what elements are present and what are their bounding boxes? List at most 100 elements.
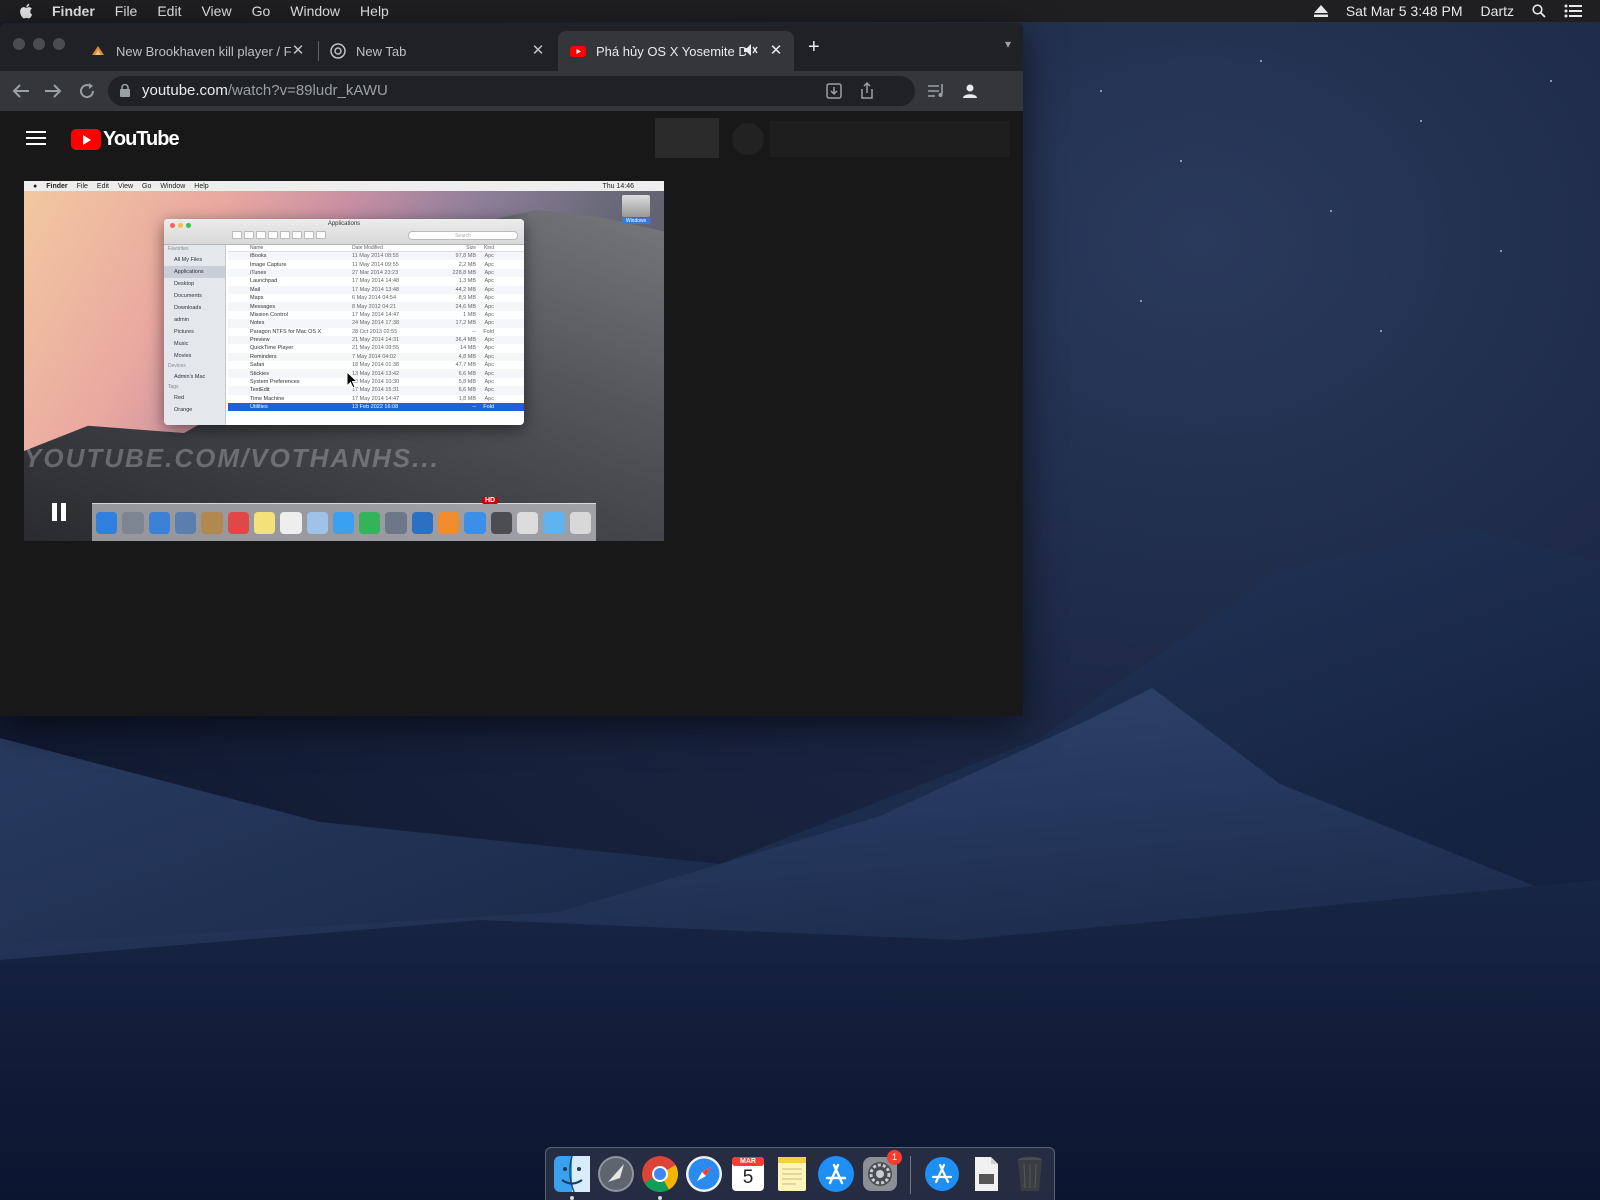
finder-cell-kind: Apc <box>484 362 494 369</box>
finder-cell-size: 17,2 MB <box>455 320 476 327</box>
finder-icon[interactable] <box>552 1154 592 1200</box>
address-bar[interactable]: youtube.com/watch?v=89ludr_kAWU <box>108 76 915 106</box>
finder-file-row: Time Machine 17 May 2014 14:47 1,8 MB Apc <box>228 395 524 403</box>
finder-cell-size: 44,2 MB <box>455 286 476 293</box>
video-pause-icon[interactable] <box>52 503 66 521</box>
tab-search-chevron-icon[interactable]: ▾ <box>1005 37 1011 51</box>
share-icon[interactable] <box>859 82 875 100</box>
star <box>1500 250 1502 252</box>
finder-file-row: Utilities 13 Feb 2022 16:08 -- Fold <box>228 403 524 412</box>
url-host: youtube.com <box>142 82 228 99</box>
finder-sidebar-item: Downloads <box>174 305 202 311</box>
finder-cell-name: Image Capture <box>250 261 287 268</box>
close-window-button[interactable] <box>13 38 25 50</box>
app-store-icon[interactable] <box>816 1154 856 1194</box>
apple-icon[interactable] <box>18 2 36 20</box>
forward-icon[interactable] <box>44 83 62 99</box>
video-cursor-icon <box>346 371 358 389</box>
lock-icon[interactable] <box>120 84 130 97</box>
hd-badge: HD <box>482 497 499 504</box>
trash-icon[interactable] <box>1010 1154 1050 1194</box>
finder-sidebar-item: Red <box>174 395 185 401</box>
menubar-user[interactable]: Dartz <box>1481 3 1514 19</box>
finder-cell-kind: Apc <box>484 370 494 377</box>
hamburger-menu-icon[interactable] <box>26 131 46 145</box>
finder-cell-name: TextEdit <box>250 387 270 394</box>
menu-window[interactable]: Window <box>290 3 340 19</box>
browser-toolbar: youtube.com/watch?v=89ludr_kAWU <box>0 71 1023 111</box>
video-dock-app-icon <box>306 511 328 534</box>
close-tab-icon[interactable]: ✕ <box>768 43 784 59</box>
video-player[interactable]: ● Finder File Edit View Go Window Help Thu 14:46… <box>24 181 664 541</box>
video-inner-dock <box>92 503 596 541</box>
chrome-icon[interactable] <box>640 1154 680 1200</box>
notification-center-icon[interactable] <box>1564 4 1582 18</box>
youtube-logo[interactable]: YouTube <box>71 128 180 151</box>
finder-cell-name: System Preferences <box>250 379 300 386</box>
menu-go[interactable]: Go <box>252 3 271 19</box>
menu-view[interactable]: View <box>201 3 231 19</box>
calendar-icon[interactable]: MAR 5 <box>728 1154 768 1194</box>
video-dock-app-icon <box>332 511 355 534</box>
finder-cell-name: Reminders <box>250 353 277 360</box>
safari-icon[interactable] <box>684 1154 724 1194</box>
finder-cell-size: 47,7 MB <box>455 362 476 369</box>
finder-cell-kind: Apc <box>484 379 494 386</box>
close-tab-icon[interactable]: ✕ <box>290 43 306 59</box>
brookhaven-icon <box>92 46 104 55</box>
media-queue-icon[interactable] <box>928 84 946 98</box>
menu-file[interactable]: File <box>115 3 138 19</box>
tab-strip: New Brookhaven kill player / F ✕ New Tab… <box>0 23 1023 71</box>
finder-cell-kind: Apc <box>484 320 494 327</box>
tab-youtube-active[interactable]: Phá hủy OS X Yosemite DP ✕ <box>558 31 794 71</box>
finder-cell-date: 11 May 2014 08:55 <box>352 253 399 260</box>
profile-icon[interactable] <box>962 83 978 99</box>
tab-title: New Tab <box>356 43 407 59</box>
tab-new-tab[interactable]: New Tab ✕ <box>320 31 556 71</box>
applications-folder-icon[interactable] <box>922 1154 962 1194</box>
youtube-header: YouTube <box>0 111 1023 167</box>
finder-cell-date: 13 Feb 2022 16:08 <box>352 404 399 411</box>
new-tab-button[interactable]: + <box>808 36 820 59</box>
menu-edit[interactable]: Edit <box>157 3 181 19</box>
video-dock-app-icon <box>438 511 460 534</box>
menu-app-name[interactable]: Finder <box>52 3 95 19</box>
video-dock-app-icon <box>201 511 223 534</box>
finder-file-row: Paragon NTFS for Mac OS X 28 Oct 2013 02:… <box>228 328 524 336</box>
finder-cell-date: 21 May 2014 09:55 <box>352 345 400 352</box>
menu-help[interactable]: Help <box>360 3 389 19</box>
finder-sidebar-item: All My Files <box>174 257 203 263</box>
reload-icon[interactable] <box>78 82 96 100</box>
finder-sidebar: Favorites All My Files Applications Desktop… <box>164 245 226 425</box>
zoom-window-button[interactable] <box>53 38 65 50</box>
chrome-icon <box>330 43 346 59</box>
launchpad-icon[interactable] <box>596 1154 636 1194</box>
finder-cell-size: -- <box>472 404 476 411</box>
back-icon[interactable] <box>12 83 30 99</box>
finder-cell-date: 28 Oct 2013 02:55 <box>352 328 398 335</box>
finder-toolbar: Applications Search <box>164 219 524 245</box>
document-icon[interactable] <box>966 1154 1006 1194</box>
menubar-clock[interactable]: Sat Mar 5 3:48 PM <box>1346 3 1463 19</box>
system-preferences-icon[interactable]: 1 <box>860 1150 902 1194</box>
close-tab-icon[interactable]: ✕ <box>530 43 546 59</box>
install-app-icon[interactable] <box>825 82 843 100</box>
video-menu-item: Edit <box>96 182 109 190</box>
finder-cell-kind: Apc <box>484 269 494 276</box>
muted-speaker-icon[interactable] <box>744 44 758 56</box>
finder-cell-kind: Apc <box>484 345 494 352</box>
dock: MAR 5 1 <box>545 1147 1055 1200</box>
notes-icon[interactable] <box>772 1154 812 1194</box>
finder-search-field: Search <box>408 231 518 240</box>
finder-cell-name: iTunes <box>250 269 267 276</box>
spotlight-search-icon[interactable] <box>1532 4 1546 18</box>
notification-badge: 1 <box>887 1150 902 1165</box>
eject-icon[interactable] <box>1313 5 1328 17</box>
finder-file-row: QuickTime Player 21 May 2014 09:55 14 MB Ap… <box>228 344 524 352</box>
finder-file-row: TextEdit 17 May 2014 15:31 6,6 MB Apc <box>228 386 524 395</box>
dock-separator <box>910 1156 911 1194</box>
finder-file-row: Preview 21 May 2014 14:31 36,4 MB Apc <box>228 335 524 345</box>
tab-brookhaven[interactable]: New Brookhaven kill player / F ✕ <box>80 31 316 71</box>
minimize-window-button[interactable] <box>33 38 45 50</box>
hard-drive-label: Windows <box>622 218 650 224</box>
